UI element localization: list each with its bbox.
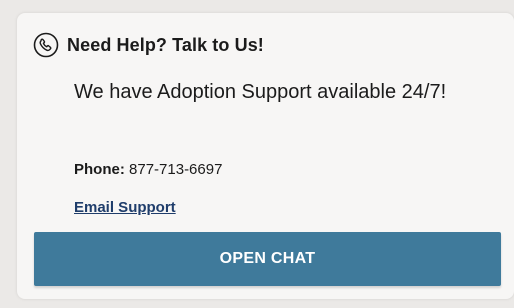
support-description: We have Adoption Support available 24/7! — [74, 81, 447, 103]
phone-number[interactable]: 877-713-6697 — [129, 161, 222, 178]
help-card-header: Need Help? Talk to Us! — [33, 31, 264, 59]
open-chat-button[interactable]: OPEN CHAT — [34, 232, 501, 286]
help-card-title: Need Help? Talk to Us! — [67, 34, 264, 55]
email-support-link[interactable]: Email Support — [74, 199, 176, 216]
help-card: Need Help? Talk to Us! We have Adoption … — [17, 13, 514, 299]
phone-line: Phone: 877-713-6697 — [74, 161, 222, 178]
phone-call-icon — [33, 32, 59, 58]
phone-label: Phone: — [74, 161, 125, 178]
